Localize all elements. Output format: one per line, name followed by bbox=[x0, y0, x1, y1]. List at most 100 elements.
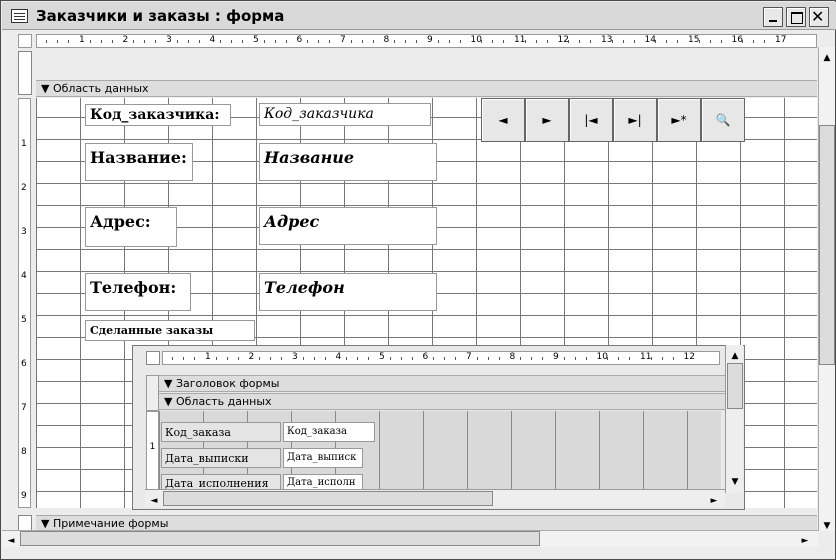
scroll-thumb[interactable] bbox=[163, 491, 493, 506]
scroll-right-icon[interactable]: ► bbox=[707, 492, 721, 506]
ruler-tick-label: 5 bbox=[253, 35, 259, 45]
ruler-tick-label: 8 bbox=[383, 35, 390, 45]
scroll-down-icon[interactable]: ▼ bbox=[820, 517, 834, 531]
title-bar: Заказчики и заказы : форма ✕ bbox=[2, 2, 836, 30]
label-customer-id[interactable]: Код_заказчика: bbox=[85, 104, 231, 126]
section-arrow-icon: ▼ bbox=[164, 377, 173, 390]
ruler-tick-label: 7 bbox=[21, 403, 27, 413]
section-selector[interactable] bbox=[18, 51, 32, 95]
nav-next-button[interactable]: ► bbox=[525, 98, 569, 142]
ruler-tick-label: 10 bbox=[470, 35, 482, 45]
previous-icon: ◄ bbox=[498, 113, 508, 127]
ruler-tick-label: 9 bbox=[427, 35, 433, 45]
scroll-left-icon[interactable]: ◄ bbox=[4, 532, 18, 546]
minimize-button[interactable] bbox=[763, 7, 783, 27]
ruler-tick-label: 2 bbox=[248, 352, 255, 362]
last-record-icon: ►| bbox=[628, 113, 642, 127]
subform-textbox-order-id[interactable]: Код_заказа bbox=[283, 422, 375, 442]
textbox-customer-id[interactable]: Код_заказчика bbox=[259, 103, 431, 126]
label-phone[interactable]: Телефон: bbox=[85, 273, 191, 311]
subform-detail-section[interactable]: ▼ Область данных bbox=[159, 393, 725, 410]
ruler-tick-label: 6 bbox=[296, 35, 303, 45]
subform-header-section[interactable]: ▼ Заголовок формы bbox=[159, 375, 725, 392]
maximize-button[interactable] bbox=[786, 7, 806, 27]
ruler-tick-label: 9 bbox=[553, 352, 559, 362]
scroll-left-icon[interactable]: ◄ bbox=[147, 492, 161, 506]
scroll-up-icon[interactable]: ▲ bbox=[728, 347, 742, 361]
subform-vertical-scrollbar[interactable]: ▲ ▼ bbox=[725, 345, 743, 493]
ruler-corner[interactable] bbox=[18, 34, 32, 48]
ruler-tick-label: 1 bbox=[21, 139, 27, 149]
ruler-tick-label: 6 bbox=[422, 352, 429, 362]
subform-detail-label: Область данных bbox=[175, 395, 272, 408]
label-address[interactable]: Адрес: bbox=[85, 207, 177, 247]
ruler-tick-label: 1 bbox=[79, 35, 85, 45]
ruler-tick-label: 4 bbox=[209, 35, 216, 45]
scroll-thumb[interactable] bbox=[20, 531, 540, 546]
ruler-tick-label: 6 bbox=[21, 359, 27, 369]
ruler-tick-label: 17 bbox=[775, 35, 787, 45]
horizontal-ruler: 1 2 3 4 5 6 7 8 9 10 11 12 13 14 15 16 17 bbox=[36, 34, 817, 48]
find-button[interactable]: 🔍 bbox=[701, 98, 745, 142]
ruler-tick-label: 15 bbox=[688, 35, 700, 45]
ruler-tick-label: 3 bbox=[292, 352, 298, 362]
textbox-name[interactable]: Название bbox=[259, 143, 437, 181]
subform-header-label: Заголовок формы bbox=[175, 377, 280, 390]
ruler-tick-label: 16 bbox=[731, 35, 743, 45]
ruler-tick-label: 5 bbox=[21, 315, 27, 325]
subform-label-order-id[interactable]: Код_заказа bbox=[161, 422, 281, 442]
scroll-thumb[interactable] bbox=[727, 363, 743, 409]
textbox-address[interactable]: Адрес bbox=[259, 207, 437, 245]
ruler-tick-label: 11 bbox=[514, 35, 526, 45]
section-arrow-icon: ▼ bbox=[41, 517, 50, 530]
ruler-tick-label: 8 bbox=[509, 352, 516, 362]
ruler-tick-label: 3 bbox=[21, 227, 27, 237]
binoculars-icon: 🔍 bbox=[715, 113, 731, 127]
ruler-tick-label: 12 bbox=[557, 35, 569, 45]
subform-textbox-issue-date[interactable]: Дата_выписк bbox=[283, 448, 363, 468]
subform-label-issue-date[interactable]: Дата_выписки bbox=[161, 448, 281, 468]
subform-label[interactable]: Сделанные заказы bbox=[85, 320, 255, 341]
subform-ruler-corner[interactable] bbox=[146, 351, 160, 365]
ruler-tick-label: 9 bbox=[21, 491, 27, 501]
window-title: Заказчики и заказы : форма bbox=[36, 7, 285, 25]
nav-first-button[interactable]: |◄ bbox=[569, 98, 613, 142]
ruler-tick-label: 11 bbox=[640, 352, 652, 362]
subform-textbox-completion-date[interactable]: Дата_исполн bbox=[283, 474, 363, 490]
new-record-icon: ►* bbox=[671, 113, 687, 127]
subform-label-completion-date[interactable]: Дата_исполнения bbox=[161, 474, 281, 490]
ruler-tick-label: 12 bbox=[683, 352, 695, 362]
next-icon: ► bbox=[542, 113, 552, 127]
scroll-up-icon[interactable]: ▲ bbox=[820, 49, 834, 63]
nav-last-button[interactable]: ►| bbox=[613, 98, 657, 142]
ruler-tick-label: 5 bbox=[379, 352, 385, 362]
vertical-ruler: 1 2 3 4 5 6 7 8 9 bbox=[18, 98, 31, 508]
subform-ruler: 1 2 3 4 5 6 7 8 9 10 11 12 bbox=[162, 351, 720, 365]
vertical-scrollbar[interactable]: ▲ ▼ bbox=[818, 47, 835, 531]
horizontal-scrollbar[interactable]: ◄ ► bbox=[2, 530, 818, 547]
ruler-tick-label: 2 bbox=[21, 183, 27, 193]
scroll-down-icon[interactable]: ▼ bbox=[728, 473, 742, 487]
textbox-phone[interactable]: Телефон bbox=[259, 273, 437, 311]
nav-new-record-button[interactable]: ►* bbox=[657, 98, 701, 142]
ruler-tick-label: 8 bbox=[21, 447, 27, 457]
scroll-thumb[interactable] bbox=[819, 125, 835, 365]
nav-previous-button[interactable]: ◄ bbox=[481, 98, 525, 142]
scroll-right-icon[interactable]: ► bbox=[798, 532, 812, 546]
ruler-tick-label: 4 bbox=[335, 352, 342, 362]
form-icon bbox=[11, 9, 28, 23]
ruler-tick-label: 13 bbox=[601, 35, 613, 45]
form-window: Заказчики и заказы : форма ✕ 1 2 3 4 5 6 7 8 9 10… bbox=[0, 0, 836, 560]
label-name[interactable]: Название: bbox=[85, 143, 193, 181]
ruler-tick-label: 7 bbox=[466, 352, 472, 362]
detail-section-header[interactable]: ▼ Область данных bbox=[36, 80, 817, 97]
section-arrow-icon: ▼ bbox=[164, 395, 173, 408]
ruler-tick-label: 1 bbox=[205, 352, 211, 362]
ruler-tick-label: 10 bbox=[596, 352, 608, 362]
subform-section-selector[interactable] bbox=[146, 375, 159, 411]
footer-section-label: Примечание формы bbox=[52, 517, 169, 530]
ruler-tick-label: 2 bbox=[122, 35, 129, 45]
close-button[interactable]: ✕ bbox=[809, 7, 829, 27]
subform-horizontal-scrollbar[interactable]: ◄ ► bbox=[145, 489, 725, 507]
first-record-icon: |◄ bbox=[584, 113, 598, 127]
